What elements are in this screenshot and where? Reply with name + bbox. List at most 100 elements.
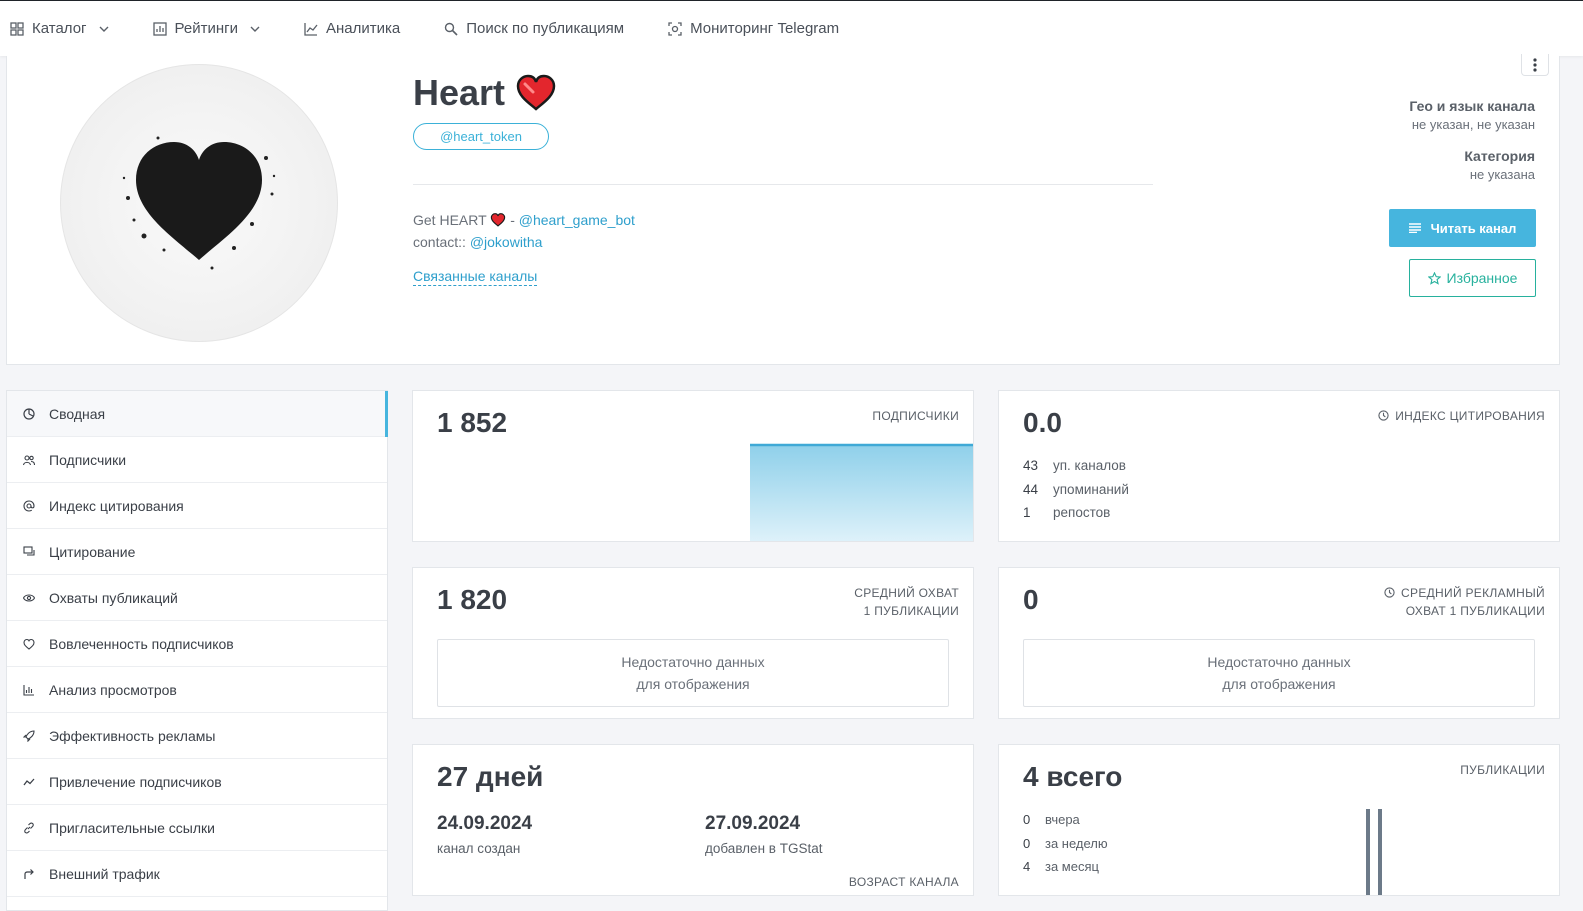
row-label: упоминаний [1053,482,1129,497]
geo-label: Гео и язык канала [1409,98,1535,114]
sidebar-item-label: Подписчики [49,451,127,468]
sidebar-item-subscribers[interactable]: Подписчики [7,437,387,483]
no-data-line2: для отображения [636,676,750,692]
row-label: вчера [1045,812,1080,827]
created-date: 24.09.2024 [437,813,533,834]
nav-search-label: Поиск по публикациям [466,20,625,37]
ad-reach-card: 0 СРЕДНИЙ РЕКЛАМНЫЙ ОХВАТ 1 ПУБЛИКАЦИИ Н… [998,567,1560,719]
subscribers-sparkline [750,443,973,541]
ad-reach-caption-line2: ОХВАТ 1 ПУБЛИКАЦИИ [1405,604,1545,618]
sidebar-item-invite-links[interactable]: Пригласительные ссылки [7,805,387,851]
sidebar-item-citation-index[interactable]: Индекс цитирования [7,483,387,529]
bot-link[interactable]: @heart_game_bot [519,212,635,228]
posts-bar [1378,809,1382,895]
citation-index-caption-text: ИНДЕКС ЦИТИРОВАНИЯ [1395,409,1545,423]
sidebar-item-label: Индекс цитирования [49,497,184,514]
category-block: Категория не указана [1464,148,1535,182]
heart-logo-icon [122,136,276,270]
sidebar-item-label: Внешний трафик [49,865,160,882]
avg-reach-card: 1 820 СРЕДНИЙ ОХВАТ 1 ПУБЛИКАЦИИ Недоста… [412,567,974,719]
nav-ratings[interactable]: Рейтинги [152,20,260,37]
created-label: канал создан [437,841,521,856]
row-number: 0 [1023,812,1031,827]
trend-icon [23,778,35,785]
profile-divider [413,184,1153,185]
chevron-down-icon [99,26,109,32]
sidebar-item-label: Привлечение подписчиков [49,773,222,790]
posts-bar-chart [1366,809,1382,895]
read-channel-label: Читать канал [1430,220,1517,236]
users-icon [23,454,35,465]
avg-reach-no-data: Недостаточно данных для отображения [437,639,949,707]
nav-search[interactable]: Поиск по публикациям [444,20,624,37]
desc-prefix-2: contact:: [413,234,466,250]
eye-icon [23,593,35,602]
sidebar-item-ad-efficiency[interactable]: Эффективность рекламы [7,713,387,759]
citation-index-caption: ИНДЕКС ЦИТИРОВАНИЯ [1378,407,1545,425]
sidebar-item-summary[interactable]: Сводная [7,391,388,437]
sidebar-item-reach[interactable]: Охваты публикаций [7,575,387,621]
added-date: 27.09.2024 [705,813,801,834]
subscribers-count: 1 852 [437,407,508,438]
category-label: Категория [1464,148,1535,164]
posts-card: 4 всего ПУБЛИКАЦИИ 0 вчера 0 за неделю 4 за… [998,744,1560,896]
posts-row-yesterday: 0 вчера [1023,812,1080,827]
citation-row-mentions: 44 упоминаний [1023,482,1129,497]
channel-age-card: 27 дней 24.09.2024 канал создан 27.09.20… [412,744,974,896]
sidebar-item-label: Пригласительные ссылки [49,819,215,836]
quote-icon [23,545,35,556]
row-number: 0 [1023,836,1031,851]
favorite-label: Избранное [1446,270,1518,286]
posts-bar [1366,809,1370,895]
favorite-button[interactable]: Избранное [1409,259,1536,297]
citation-index-card: 0.0 ИНДЕКС ЦИТИРОВАНИЯ 43 уп. каналов 44 у… [998,390,1560,542]
rating-icon [152,21,167,36]
avg-reach-caption-line2: 1 ПУБЛИКАЦИИ [863,604,959,618]
citation-row-reposts: 1 репостов [1023,505,1110,520]
sidebar-item-acquisition[interactable]: Привлечение подписчиков [7,759,387,805]
nav-monitoring-label: Мониторинг Telegram [690,20,840,37]
sidebar-item-label: Охваты публикаций [49,589,178,606]
link-icon [24,822,34,833]
sidebar-item-label: Сводная [49,405,106,422]
row-number: 1 [1023,505,1031,520]
red-heart-icon [516,74,556,111]
citation-row-channels: 43 уп. каналов [1023,458,1126,473]
nav-analytics[interactable]: Аналитика [304,20,400,37]
nav-monitoring[interactable]: Мониторинг Telegram [668,20,839,37]
list-icon [1408,223,1421,233]
posts-row-week: 0 за неделю [1023,836,1108,851]
desc-prefix-1: Get HEART [413,212,487,228]
ad-reach-caption-lines: СРЕДНИЙ РЕКЛАМНЫЙ ОХВАТ 1 ПУБЛИКАЦИИ [1401,584,1545,620]
channel-handle-link[interactable]: @heart_token [413,123,549,150]
posts-total: 4 всего [1023,761,1123,792]
channel-age-caption: ВОЗРАСТ КАНАЛА [848,875,959,889]
engagement-icon [23,638,35,650]
added-label: добавлен в TGStat [705,841,823,856]
chevron-down-icon [250,26,260,32]
sidebar-item-label: Цитирование [49,543,136,560]
posts-caption: ПУБЛИКАЦИИ [1460,763,1545,777]
row-label: за неделю [1045,836,1108,851]
read-channel-button[interactable]: Читать канал [1389,209,1536,247]
subscribers-caption: ПОДПИСЧИКИ [872,409,959,423]
search-icon [445,22,458,36]
chart-line-icon [304,22,318,36]
desc-separator: - [510,212,515,228]
row-label: за месяц [1045,859,1099,874]
channel-title-text: Heart [413,72,506,113]
clock-icon [1384,587,1395,598]
more-menu-button[interactable] [1521,54,1549,76]
sidebar-item-engagement[interactable]: Вовлеченность подписчиков [7,621,387,667]
row-label: репостов [1053,505,1111,520]
contact-link[interactable]: @jokowitha [470,234,543,250]
category-value: не указана [1469,167,1535,182]
no-data-line1: Недостаточно данных [621,654,765,670]
nav-catalog[interactable]: Каталог [10,20,109,37]
sidebar-item-views-analysis[interactable]: Анализ просмотров [7,667,387,713]
related-channels-link[interactable]: Связанные каналы [413,268,538,286]
sidebar-item-external-traffic[interactable]: Внешний трафик [7,851,387,897]
sidebar-item-citations[interactable]: Цитирование [7,529,387,575]
ad-reach-no-data: Недостаточно данных для отображения [1023,639,1535,707]
grid-icon [10,21,24,36]
